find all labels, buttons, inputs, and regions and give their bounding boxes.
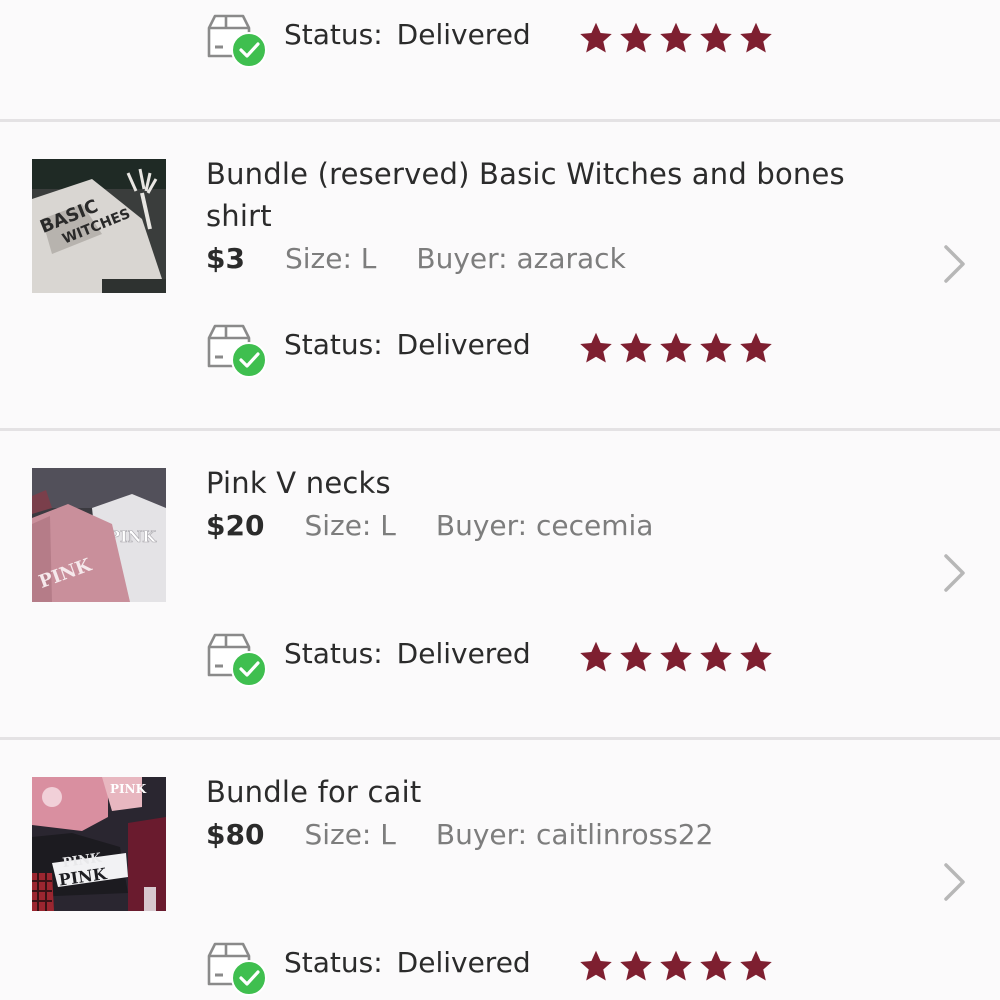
star-icon (658, 639, 694, 675)
star-icon (738, 20, 774, 56)
order-item[interactable]: BASIC WITCHES Bundle (reserved) Basic Wi… (0, 122, 1000, 430)
chevron-right-icon[interactable] (936, 860, 972, 904)
item-meta: $20 Size: L Buyer: cecemia (206, 505, 653, 545)
order-item[interactable]: PINK PINK PINK Bundle for cait $80 Size:… (0, 740, 1000, 1000)
sales-list: Status: Delivered BASIC WITCHES Bundle (… (0, 0, 1000, 1000)
star-icon (578, 948, 614, 984)
delivered-box-icon (206, 938, 268, 998)
star-icon (738, 948, 774, 984)
item-title: Pink V necks (206, 466, 391, 500)
status-label: Status: (284, 18, 383, 51)
item-size: Size: L (304, 817, 396, 851)
star-rating (578, 20, 778, 56)
star-icon (698, 20, 734, 56)
item-buyer: Buyer: caitlinross22 (435, 817, 714, 851)
item-meta: $3 Size: L Buyer: azarack (206, 238, 626, 278)
status-row: Status: Delivered (206, 10, 806, 70)
delivered-box-icon (206, 629, 268, 689)
status-text: Status: Delivered (284, 18, 531, 51)
item-buyer: Buyer: cecemia (435, 508, 654, 542)
status-value: Delivered (396, 946, 531, 979)
item-size: Size: L (304, 508, 396, 542)
item-title: Bundle for cait (206, 775, 422, 809)
status-label: Status: (284, 946, 383, 979)
item-title: Bundle (reserved) Basic Witches and bone… (206, 157, 845, 233)
star-icon (738, 330, 774, 366)
status-value: Delivered (396, 637, 531, 670)
item-price: $80 (206, 817, 265, 851)
star-icon (618, 330, 654, 366)
chevron-right-icon[interactable] (936, 242, 972, 286)
star-icon (658, 948, 694, 984)
item-thumbnail[interactable]: PINK PINK (32, 468, 166, 602)
delivered-box-icon (206, 320, 268, 380)
status-row: Status: Delivered (206, 629, 806, 689)
status-text: Status: Delivered (284, 637, 531, 670)
item-thumbnail[interactable]: BASIC WITCHES (32, 159, 166, 293)
star-icon (618, 948, 654, 984)
status-row: Status: Delivered (206, 320, 806, 380)
item-meta: $80 Size: L Buyer: caitlinross22 (206, 814, 713, 854)
chevron-right-icon[interactable] (936, 551, 972, 595)
status-label: Status: (284, 328, 383, 361)
order-item[interactable]: PINK PINK Pink V necks $20 Size: L Buyer… (0, 431, 1000, 739)
status-value: Delivered (396, 328, 531, 361)
star-rating (578, 948, 778, 984)
item-price: $20 (206, 508, 265, 542)
star-icon (698, 330, 734, 366)
star-icon (578, 639, 614, 675)
item-size: Size: L (284, 241, 377, 275)
star-icon (698, 639, 734, 675)
star-icon (658, 330, 694, 366)
item-buyer: Buyer: azarack (416, 241, 626, 275)
star-rating (578, 639, 778, 675)
order-item-partial[interactable]: Status: Delivered (0, 0, 1000, 8)
star-icon (578, 330, 614, 366)
status-text: Status: Delivered (284, 328, 531, 361)
star-icon (618, 639, 654, 675)
star-rating (578, 330, 778, 366)
status-row: Status: Delivered (206, 938, 806, 998)
status-label: Status: (284, 637, 383, 670)
svg-text:PINK: PINK (110, 782, 147, 796)
star-icon (698, 948, 734, 984)
star-icon (738, 639, 774, 675)
delivered-box-icon (206, 10, 268, 70)
star-icon (618, 20, 654, 56)
star-icon (578, 20, 614, 56)
item-thumbnail[interactable]: PINK PINK PINK (32, 777, 166, 911)
status-value: Delivered (396, 18, 531, 51)
item-price: $3 (206, 241, 245, 275)
status-text: Status: Delivered (284, 946, 531, 979)
star-icon (658, 20, 694, 56)
